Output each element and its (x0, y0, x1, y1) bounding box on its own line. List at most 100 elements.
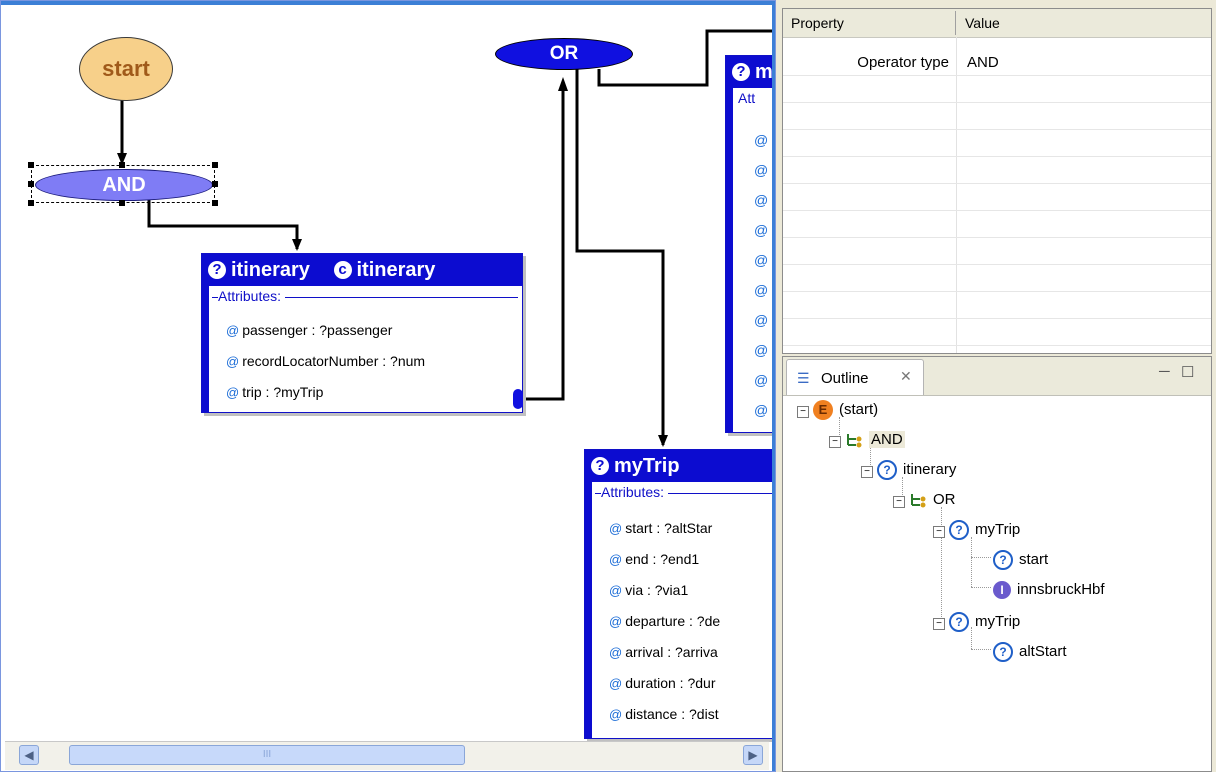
attribute-row[interactable]: @ arrival : ?arriva (609, 644, 718, 660)
attribute-icon[interactable]: @ (754, 342, 768, 358)
property-value[interactable]: AND (967, 54, 999, 71)
scroll-right-button[interactable]: ▶ (743, 745, 763, 765)
attribute-label: duration : ?dur (625, 675, 716, 691)
tree-item-label: start (1019, 551, 1049, 568)
resize-handle[interactable] (212, 162, 218, 168)
attribute-icon[interactable]: @ (754, 252, 768, 268)
resize-handle[interactable] (119, 200, 125, 206)
tree-item-label: altStart (1019, 643, 1067, 660)
properties-view: Property Value Operator type AND (782, 8, 1212, 354)
collapse-toggle[interactable]: − (797, 406, 809, 418)
attribute-row[interactable]: @ recordLocatorNumber : ?num (226, 353, 425, 369)
scroll-left-button[interactable]: ◀ (19, 745, 39, 765)
mytrip-box-title: myTrip (614, 455, 680, 477)
tree-item[interactable]: ? start (993, 549, 1048, 571)
attribute-label: end : ?end1 (625, 551, 700, 567)
attributes-header: Attributes: (218, 288, 286, 304)
collapse-toggle[interactable]: − (861, 466, 873, 478)
tree-item[interactable]: ? itinerary (877, 459, 956, 481)
attribute-icon: @ (226, 385, 240, 400)
question-icon: ? (732, 63, 750, 81)
or-operator-node[interactable]: OR (495, 38, 633, 70)
attributes-header: Att (738, 90, 760, 106)
attribute-row[interactable]: @ departure : ?de (609, 613, 720, 629)
horizontal-scrollbar[interactable]: ◀ III ▶ (5, 741, 769, 770)
empty-row (783, 211, 1211, 238)
partial-class-box[interactable]: ? m Att @ @ @ @ @ @ @ @ @ @ (725, 55, 775, 433)
tree-item[interactable]: E (start) (813, 399, 878, 421)
tree-item[interactable]: IinnsbruckHbf (993, 579, 1105, 601)
scroll-thumb[interactable]: III (69, 745, 465, 765)
minimize-icon[interactable]: ─ (1159, 363, 1170, 380)
attribute-icon[interactable]: @ (754, 372, 768, 388)
attribute-icon[interactable]: @ (754, 192, 768, 208)
attribute-label: trip : ?myTrip (242, 384, 324, 400)
itinerary-box-title: itinerary (231, 259, 310, 281)
instance-icon: I (993, 581, 1011, 600)
question-icon: ? (993, 550, 1013, 571)
attribute-row[interactable]: @ passenger : ?passenger (226, 322, 392, 338)
resize-handle[interactable] (212, 200, 218, 206)
collapse-toggle[interactable]: − (933, 618, 945, 630)
attribute-icon[interactable]: @ (754, 312, 768, 328)
arrowhead (558, 77, 568, 91)
edge-trip-or (523, 81, 565, 401)
attribute-icon: @ (609, 645, 623, 660)
maximize-icon[interactable]: ☐ (1181, 363, 1194, 381)
attribute-icon[interactable]: @ (754, 132, 768, 148)
column-header-property[interactable]: Property (791, 15, 844, 31)
outline-view: ☰ Outline ✕ ─ ☐ − E (start) − AND − ? itin… (782, 356, 1212, 772)
trip-port[interactable] (513, 389, 523, 409)
attribute-icon[interactable]: @ (754, 402, 768, 418)
tree-item[interactable]: OR (909, 489, 956, 511)
resize-handle[interactable] (212, 181, 218, 187)
property-key: Operator type (857, 54, 949, 71)
collapse-toggle[interactable]: − (893, 496, 905, 508)
attribute-icon: @ (609, 521, 623, 536)
tree-line (971, 587, 991, 588)
resize-handle[interactable] (28, 162, 34, 168)
resize-handle[interactable] (119, 162, 125, 168)
tree-item-selected[interactable]: AND (845, 429, 905, 451)
partial-box-title: m (755, 61, 773, 83)
attribute-row[interactable]: @ start : ?altStar (609, 520, 712, 536)
tree-item[interactable]: ? myTrip (949, 611, 1020, 633)
attribute-row[interactable]: @ via : ?via1 (609, 582, 688, 598)
attribute-label: recordLocatorNumber : ?num (242, 353, 426, 369)
collapse-toggle[interactable]: − (933, 526, 945, 538)
empty-row (783, 103, 1211, 130)
edge-or-mytrip (575, 67, 665, 445)
attributes-header: Attributes: (601, 484, 669, 500)
attribute-icon[interactable]: @ (754, 162, 768, 178)
close-icon[interactable]: ✕ (900, 368, 912, 385)
start-node[interactable]: start (79, 37, 173, 101)
box-left-bar (585, 482, 592, 738)
attribute-row[interactable]: @ duration : ?dur (609, 675, 716, 691)
tree-item[interactable]: ? altStart (993, 641, 1067, 663)
property-row[interactable]: Operator type AND (783, 49, 1211, 76)
tree-item[interactable]: ? myTrip (949, 519, 1020, 541)
attribute-row[interactable]: @ trip : ?myTrip (226, 384, 323, 400)
attribute-row[interactable]: @ end : ?end1 (609, 551, 699, 567)
attribute-icon[interactable]: @ (754, 282, 768, 298)
resize-handle[interactable] (28, 200, 34, 206)
resize-handle[interactable] (28, 181, 34, 187)
outline-tab[interactable]: ☰ Outline ✕ (786, 359, 924, 395)
event-icon: E (813, 400, 833, 421)
empty-row (783, 184, 1211, 211)
tree-item-label: (start) (839, 401, 879, 418)
column-separator[interactable] (955, 11, 956, 35)
collapse-toggle[interactable]: − (829, 436, 841, 448)
question-icon: ? (949, 612, 969, 633)
attribute-row[interactable]: @ distance : ?dist (609, 706, 719, 722)
canvas-right-border (772, 1, 775, 771)
mytrip-box[interactable]: ? myTrip Attributes: @ start : ?altStar @ e… (584, 449, 775, 739)
question-icon: ? (877, 460, 897, 481)
itinerary-box[interactable]: ? itinerary c itinerary Attributes: @ passe… (201, 253, 523, 413)
attribute-icon[interactable]: @ (754, 222, 768, 238)
diagram-canvas[interactable]: start AND OR ? itinerary c itinerary Attri… (0, 0, 776, 772)
empty-row (783, 238, 1211, 265)
column-header-value[interactable]: Value (965, 15, 1000, 31)
tree-line (971, 557, 991, 558)
attribute-icon: @ (609, 614, 623, 629)
